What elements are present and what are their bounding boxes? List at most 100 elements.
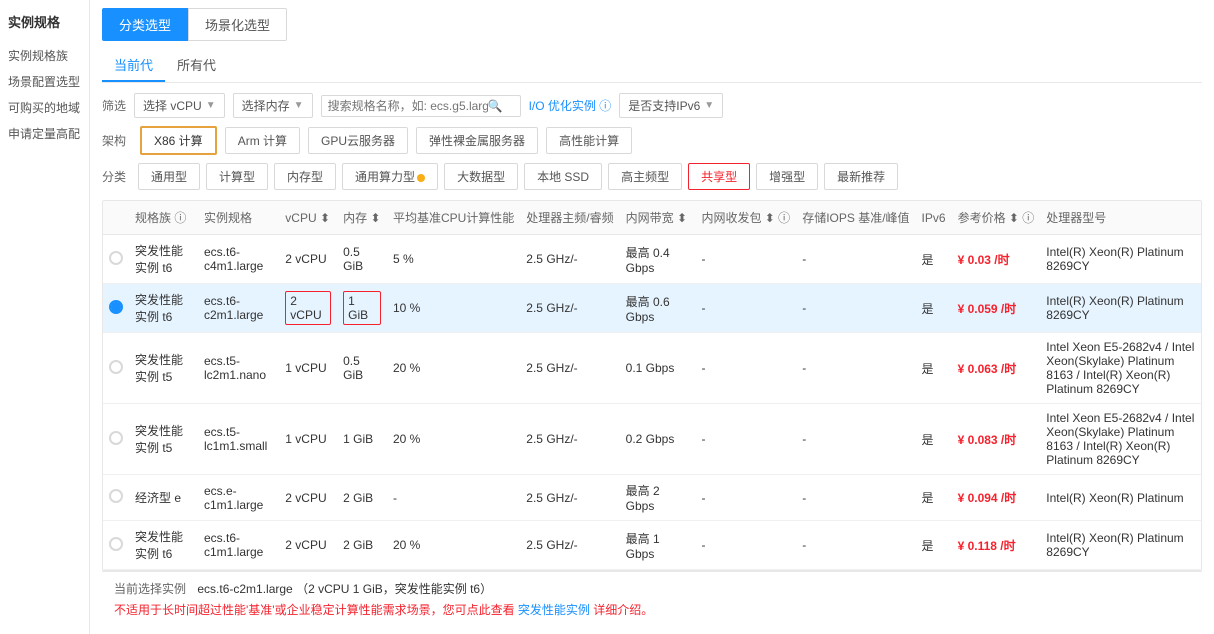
cell-cpu_perf: 20 % bbox=[387, 333, 520, 404]
cell-processor: 2.5 GHz/- bbox=[520, 284, 619, 333]
vcpu-select[interactable]: 选择 vCPU ▼ bbox=[134, 93, 225, 118]
search-input[interactable] bbox=[328, 99, 488, 113]
table-row[interactable]: 突发性能实例 t5ecs.t5-lc2m1.nano1 vCPU0.5 GiB2… bbox=[103, 333, 1201, 404]
th-ipv6: IPv6 bbox=[916, 201, 952, 235]
cell-ipv6: 是 bbox=[916, 404, 952, 475]
row-radio[interactable] bbox=[109, 431, 123, 445]
arch-btn-hpc[interactable]: 高性能计算 bbox=[546, 127, 632, 154]
th-bandwidth[interactable]: 内网带宽 ⬍ bbox=[620, 201, 696, 235]
cell-pps: - bbox=[695, 475, 796, 521]
cell-memory: 1 GiB bbox=[337, 284, 387, 333]
search-box[interactable]: 🔍 bbox=[321, 95, 521, 117]
table-row[interactable]: 经济型 eecs.e-c1m1.large2 vCPU2 GiB-2.5 GHz… bbox=[103, 475, 1201, 521]
table-row[interactable]: 突发性能实例 t6ecs.t6-c4m1.large2 vCPU0.5 GiB5… bbox=[103, 235, 1201, 284]
arch-btn-x86[interactable]: X86 计算 bbox=[140, 126, 217, 155]
cell-vcpu: 2 vCPU bbox=[279, 475, 337, 521]
cat-btn-compute[interactable]: 计算型 bbox=[206, 163, 268, 190]
cell-memory: 0.5 GiB bbox=[337, 333, 387, 404]
cell-pps: - bbox=[695, 404, 796, 475]
cat-btn-memory[interactable]: 内存型 bbox=[274, 163, 336, 190]
th-memory[interactable]: 内存 ⬍ bbox=[337, 201, 387, 235]
top-tabs: 分类选型 场景化选型 bbox=[102, 8, 1202, 41]
ipv6-select[interactable]: 是否支持IPv6 ▼ bbox=[619, 93, 723, 118]
cat-btn-general[interactable]: 通用型 bbox=[138, 163, 200, 190]
cell-vcpu: 2 vCPU bbox=[279, 284, 337, 333]
filter-label: 筛选 bbox=[102, 97, 126, 114]
cat-btn-bigdata[interactable]: 大数据型 bbox=[444, 163, 518, 190]
cell-iops: - bbox=[796, 333, 915, 404]
cell-cpu_perf: 5 % bbox=[387, 235, 520, 284]
io-link[interactable]: I/O 优化实例 ⓘ bbox=[529, 97, 612, 114]
cell-ipv6: 是 bbox=[916, 475, 952, 521]
sidebar-item-quota[interactable]: 申请定量高配 bbox=[8, 121, 81, 147]
row-radio[interactable] bbox=[109, 360, 123, 374]
cell-memory: 0.5 GiB bbox=[337, 235, 387, 284]
cell-spec: ecs.t6-c4m1.large bbox=[198, 235, 279, 284]
cat-btn-general-compute[interactable]: 通用算力型 bbox=[342, 163, 438, 190]
th-proc-model: 处理器型号 bbox=[1040, 201, 1201, 235]
cell-family: 突发性能实例 t6 bbox=[129, 284, 198, 333]
cell-ipv6: 是 bbox=[916, 284, 952, 333]
th-iops: 存储IOPS 基准/峰值 bbox=[796, 201, 915, 235]
cell-price: ¥ 0.059 /时 bbox=[952, 284, 1041, 333]
sidebar-item-region[interactable]: 可购买的地域 bbox=[8, 95, 81, 121]
sidebar-item-scene[interactable]: 场景配置选型 bbox=[8, 69, 81, 95]
cat-btn-latest[interactable]: 最新推荐 bbox=[824, 163, 898, 190]
cell-ipv6: 是 bbox=[916, 521, 952, 570]
arch-btn-arm[interactable]: Arm 计算 bbox=[225, 127, 300, 154]
cat-label: 分类 bbox=[102, 168, 132, 185]
sidebar-item-family[interactable]: 实例规格族 bbox=[8, 43, 81, 69]
cat-row: 分类 通用型 计算型 内存型 通用算力型 大数据型 本地 SSD 高主频型 共享… bbox=[102, 163, 1202, 190]
cell-processor: 2.5 GHz/- bbox=[520, 404, 619, 475]
bottom-value: ecs.t6-c2m1.large （2 vCPU 1 GiB，突发性能实例 t… bbox=[197, 582, 492, 596]
cell-iops: - bbox=[796, 284, 915, 333]
cell-proc_model: Intel(R) Xeon(R) Platinum 8269CY bbox=[1040, 235, 1201, 284]
table-row[interactable]: 突发性能实例 t6ecs.t6-c1m1.large2 vCPU2 GiB20 … bbox=[103, 521, 1201, 570]
tab-classify[interactable]: 分类选型 bbox=[102, 8, 188, 41]
cat-btn-shared[interactable]: 共享型 bbox=[688, 163, 750, 190]
subtab-all[interactable]: 所有代 bbox=[165, 49, 228, 82]
table-row[interactable]: 突发性能实例 t6ecs.t6-c2m1.large2 vCPU1 GiB10 … bbox=[103, 284, 1201, 333]
row-radio[interactable] bbox=[109, 300, 123, 314]
th-price[interactable]: 参考价格 ⬍ ⓘ bbox=[952, 201, 1041, 235]
cell-ipv6: 是 bbox=[916, 235, 952, 284]
row-radio[interactable] bbox=[109, 489, 123, 503]
burst-link[interactable]: 突发性能实例 bbox=[518, 603, 590, 617]
cell-bandwidth: 最高 0.4 Gbps bbox=[620, 235, 696, 284]
filter-row: 筛选 选择 vCPU ▼ 选择内存 ▼ 🔍 I/O 优化实例 ⓘ 是否支持IPv… bbox=[102, 93, 1202, 118]
row-radio[interactable] bbox=[109, 251, 123, 265]
sub-tabs: 当前代 所有代 bbox=[102, 49, 1202, 83]
cell-pps: - bbox=[695, 333, 796, 404]
arch-btn-bare[interactable]: 弹性裸金属服务器 bbox=[416, 127, 538, 154]
th-pps[interactable]: 内网收发包 ⬍ ⓘ bbox=[695, 201, 796, 235]
table-header: 规格族 ⓘ 实例规格 vCPU ⬍ 内存 ⬍ 平均基准CPU计算性能 处理器主频… bbox=[103, 201, 1201, 235]
search-icon: 🔍 bbox=[488, 99, 503, 113]
memory-select[interactable]: 选择内存 ▼ bbox=[233, 93, 313, 118]
subtab-current[interactable]: 当前代 bbox=[102, 49, 165, 82]
tab-scene[interactable]: 场景化选型 bbox=[188, 8, 287, 41]
table-row[interactable]: 突发性能实例 t5ecs.t5-lc1m1.small1 vCPU1 GiB20… bbox=[103, 404, 1201, 475]
cat-btn-highfreq[interactable]: 高主频型 bbox=[608, 163, 682, 190]
row-radio[interactable] bbox=[109, 537, 123, 551]
th-cpu-perf: 平均基准CPU计算性能 bbox=[387, 201, 520, 235]
cell-vcpu: 2 vCPU bbox=[279, 235, 337, 284]
cat-btn-ssd[interactable]: 本地 SSD bbox=[524, 163, 602, 190]
arch-btn-gpu[interactable]: GPU云服务器 bbox=[308, 127, 408, 154]
th-vcpu[interactable]: vCPU ⬍ bbox=[279, 201, 337, 235]
cell-proc_model: Intel Xeon E5-2682v4 / Intel Xeon(Skylak… bbox=[1040, 333, 1201, 404]
cell-bandwidth: 最高 2 Gbps bbox=[620, 475, 696, 521]
cell-family: 突发性能实例 t5 bbox=[129, 333, 198, 404]
cell-spec: ecs.e-c1m1.large bbox=[198, 475, 279, 521]
cell-proc_model: Intel(R) Xeon(R) Platinum 8269CY bbox=[1040, 284, 1201, 333]
cell-cpu_perf: 20 % bbox=[387, 404, 520, 475]
cell-price: ¥ 0.083 /时 bbox=[952, 404, 1041, 475]
th-select bbox=[103, 201, 129, 235]
bottom-warning: 不适用于长时间超过性能'基准'或企业稳定计算性能需求场景，您可点此查看 突发性能… bbox=[114, 601, 1190, 618]
cell-pps: - bbox=[695, 284, 796, 333]
cell-family: 突发性能实例 t6 bbox=[129, 235, 198, 284]
cell-price: ¥ 0.118 /时 bbox=[952, 521, 1041, 570]
ipv6-arrow: ▼ bbox=[704, 100, 714, 111]
cell-bandwidth: 0.1 Gbps bbox=[620, 333, 696, 404]
cat-btn-enhanced[interactable]: 增强型 bbox=[756, 163, 818, 190]
th-spec: 实例规格 bbox=[198, 201, 279, 235]
